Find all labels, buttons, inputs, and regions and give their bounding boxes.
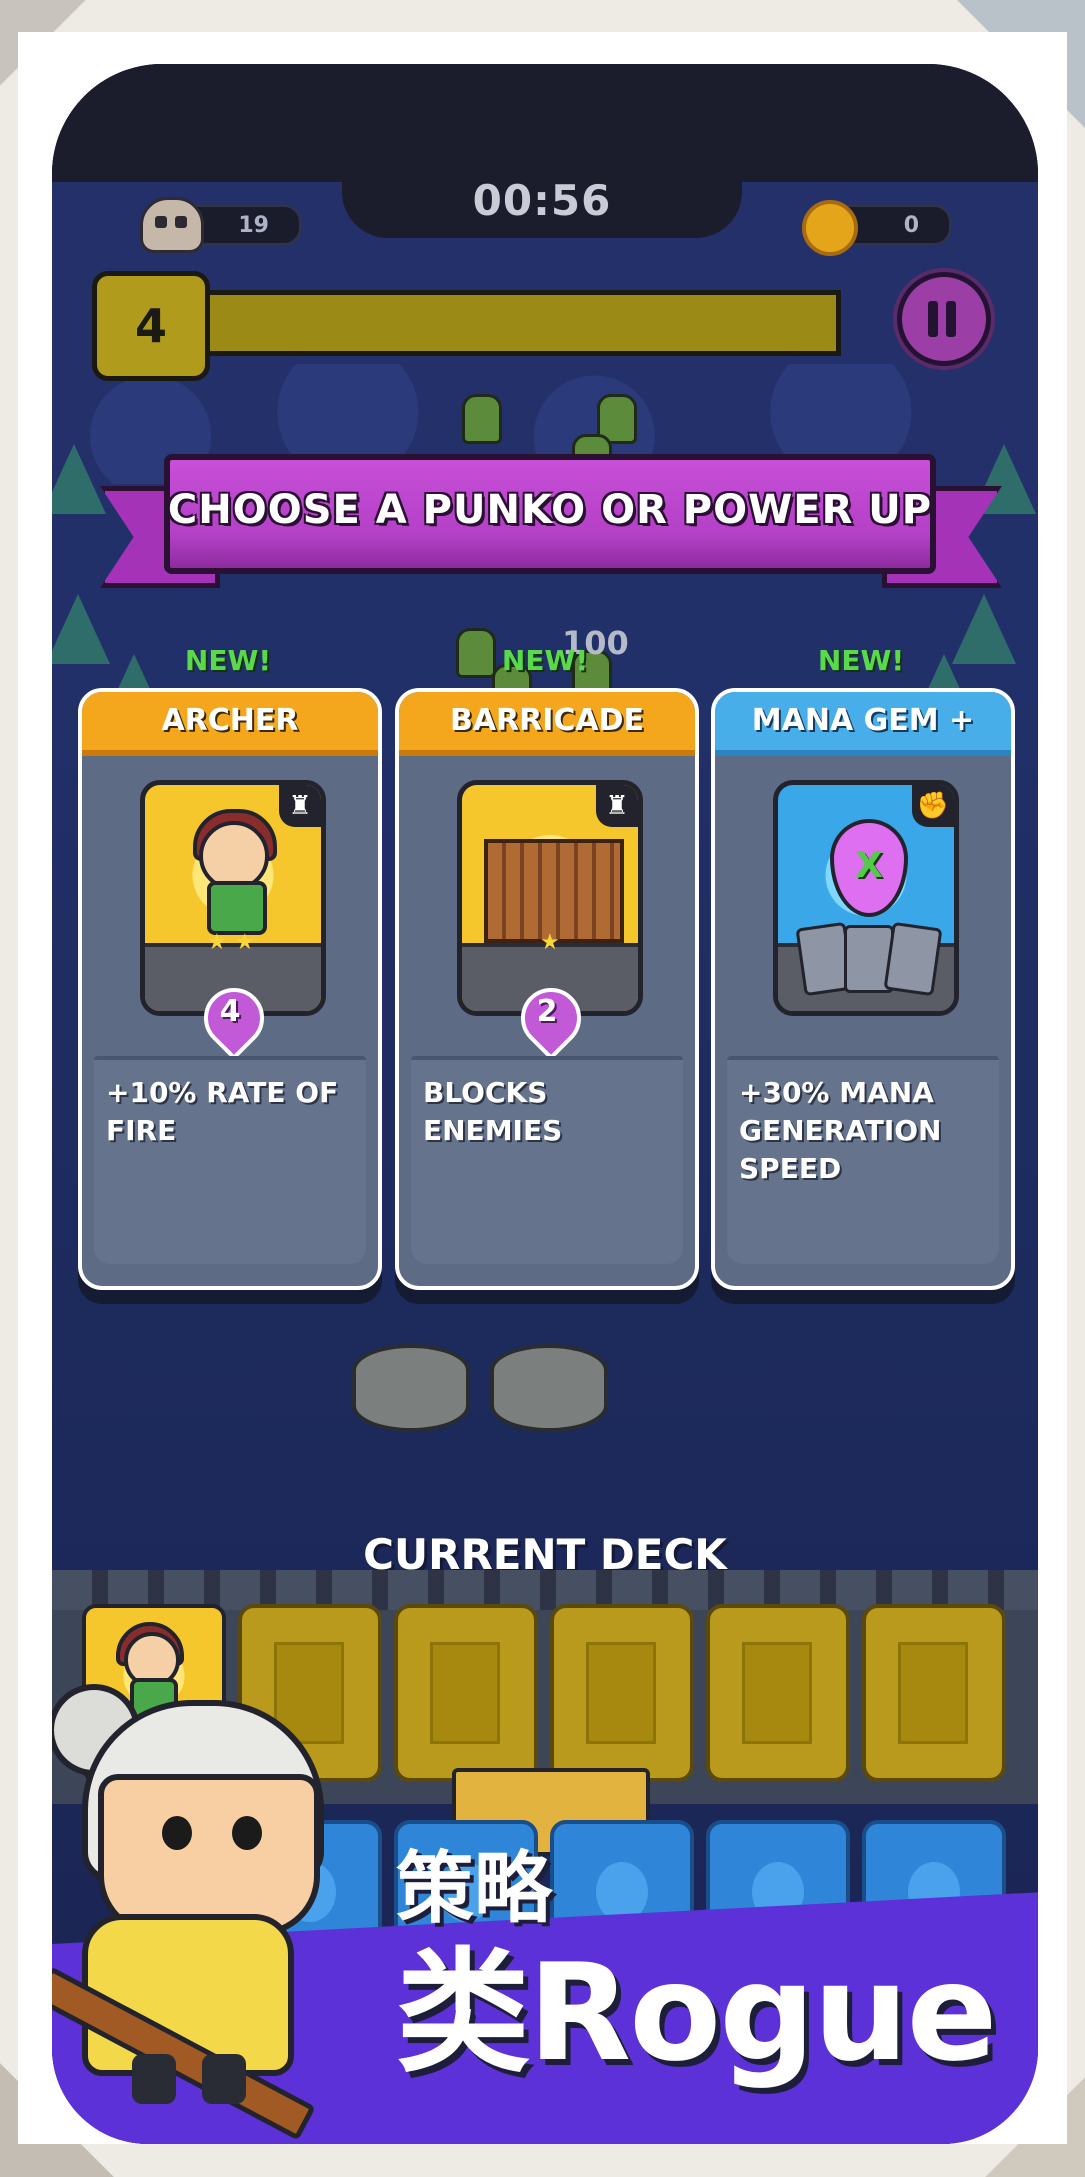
- new-badge: NEW!: [184, 644, 272, 677]
- granny-eye: [232, 1816, 262, 1850]
- game-screen: 100 00:56 19 0 4 CHOOSE A PUNKO OR POWER…: [52, 64, 1038, 2144]
- card-description: +10% RATE OF FIRE: [106, 1076, 339, 1147]
- star-icon: ★: [540, 930, 560, 955]
- card-description-panel: BLOCKS ENEMIES: [411, 1056, 683, 1264]
- tree-icon: [52, 444, 106, 514]
- card-title: ARCHER: [82, 692, 378, 756]
- pause-icon-bar: [946, 301, 956, 337]
- deck-slot-empty[interactable]: [706, 1604, 850, 1782]
- barricade-portrait: ♜ ★: [457, 780, 643, 1016]
- archer-body: [207, 881, 267, 935]
- stone-pillar: [352, 1344, 470, 1432]
- granny-foot: [132, 2054, 176, 2104]
- level-indicator: 4: [92, 271, 210, 381]
- kill-count: 19: [238, 213, 269, 238]
- granny-foot: [202, 2054, 246, 2104]
- rook-icon: [742, 1642, 812, 1744]
- granny-face: [98, 1774, 320, 1936]
- gem-letter: X: [855, 845, 883, 886]
- power-fist-icon: ✊: [912, 785, 954, 827]
- deck-slot-empty[interactable]: [862, 1604, 1006, 1782]
- upgrade-card-archer[interactable]: ARCHER ♜ ★ ★ 4 +10% RATE OF FIRE: [78, 688, 382, 1290]
- card-description-panel: +30% MANA GENERATION SPEED: [727, 1056, 999, 1264]
- rook-icon: [898, 1642, 968, 1744]
- deck-slot-empty[interactable]: [550, 1604, 694, 1782]
- card-description: BLOCKS ENEMIES: [423, 1076, 563, 1147]
- card-title: BARRICADE: [399, 692, 695, 756]
- promo-title: 类Rogue: [396, 1935, 997, 2091]
- xp-progress-bar: [196, 290, 841, 356]
- mana-cost: 2: [536, 994, 558, 1029]
- new-badge: NEW!: [817, 644, 905, 677]
- coin-count: 0: [903, 213, 919, 238]
- star-icon: ★: [207, 930, 227, 955]
- tower-icon: ♜: [279, 785, 321, 827]
- pause-button[interactable]: [897, 272, 991, 366]
- deck-slot-empty[interactable]: [394, 1604, 538, 1782]
- card-description: +30% MANA GENERATION SPEED: [739, 1076, 942, 1185]
- rook-icon: [430, 1642, 500, 1744]
- archer-portrait: ♜ ★ ★: [140, 780, 326, 1016]
- coin-icon: [802, 200, 858, 256]
- mana-gem-portrait: X ✊: [773, 780, 959, 1016]
- rook-icon: [586, 1642, 656, 1744]
- stone-pillar: [490, 1344, 608, 1432]
- round-timer: 00:56: [472, 176, 612, 225]
- wooden-fence: [484, 839, 624, 943]
- card-title: MANA GEM +: [715, 692, 1011, 756]
- mini-card-icon: [883, 921, 943, 997]
- upgrade-card-mana-gem[interactable]: MANA GEM + X ✊ +30% MANA GENERATION SPEE…: [711, 688, 1015, 1290]
- upgrade-card-barricade[interactable]: BARRICADE ♜ ★ 2 BLOCKS ENEMIES: [395, 688, 699, 1290]
- new-badge: NEW!: [501, 644, 589, 677]
- card-description-panel: +10% RATE OF FIRE: [94, 1056, 366, 1264]
- star-icon: ★: [235, 930, 255, 955]
- tower-icon: ♜: [596, 785, 638, 827]
- skull-icon: [140, 197, 204, 253]
- banner-title: CHOOSE A PUNKO OR POWER UP: [167, 487, 933, 533]
- zombie-enemy: [462, 394, 502, 444]
- mana-cost: 4: [219, 994, 241, 1029]
- pause-icon: [928, 301, 938, 337]
- granny-eye: [162, 1816, 192, 1850]
